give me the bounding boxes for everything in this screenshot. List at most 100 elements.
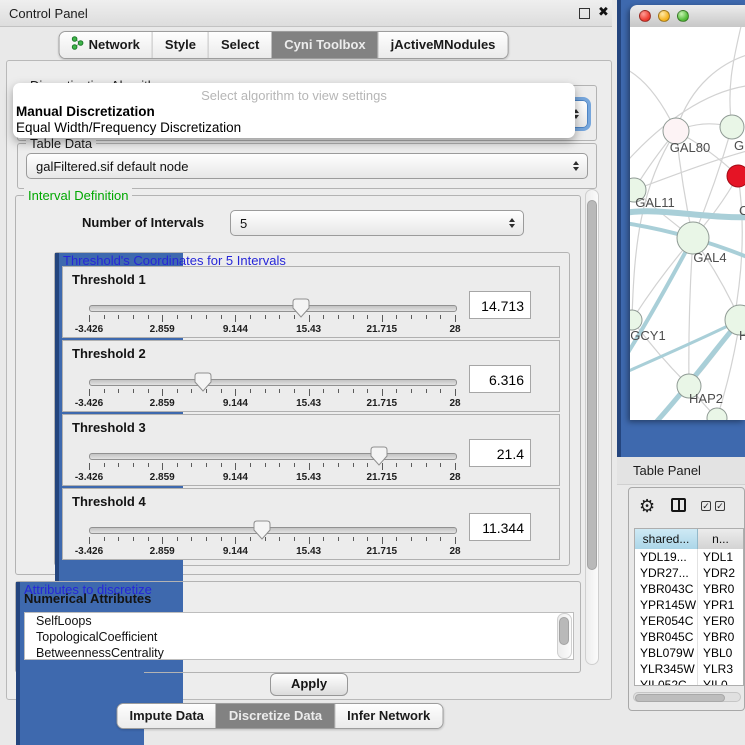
network-node[interactable]: [707, 408, 727, 420]
threshold-4-slider-track[interactable]: [89, 527, 457, 534]
table-cell[interactable]: YDL1: [698, 549, 743, 565]
network-node[interactable]: [727, 165, 745, 187]
table-data-select[interactable]: galFiltered.sif default node: [26, 153, 588, 179]
table-cell[interactable]: YBR043C: [635, 581, 698, 597]
column-header[interactable]: shared...: [635, 529, 698, 549]
tick: [104, 315, 105, 319]
threshold-3-value-field[interactable]: 21.4: [469, 439, 531, 467]
table-cell[interactable]: YER0: [698, 613, 743, 629]
table-row[interactable]: YLR345WYLR3: [635, 661, 743, 677]
content-scrollbar[interactable]: [585, 189, 599, 665]
table-row[interactable]: YIL052CYIL0: [635, 677, 743, 686]
numerical-attributes-list[interactable]: SelfLoopsTopologicalCoefficientBetweenne…: [24, 612, 574, 660]
table-cell[interactable]: YPR145W: [635, 597, 698, 613]
network-edge[interactable]: [734, 176, 742, 319]
scrollbar-thumb[interactable]: [587, 200, 597, 570]
table-row[interactable]: YBR043CYBR0: [635, 581, 743, 597]
table-cell[interactable]: YDL19...: [635, 549, 698, 565]
tick-label: 2.859: [150, 472, 175, 483]
split-columns-icon[interactable]: [671, 498, 686, 512]
table-row[interactable]: YER054CYER0: [635, 613, 743, 629]
table-row[interactable]: YBL079WYBL0: [635, 645, 743, 661]
right-pane: GAL80GGAL11CGAL4GCY1HHAP2 Table Panel ⚙ …: [617, 0, 745, 745]
network-edge[interactable]: [630, 211, 745, 217]
tick: [206, 463, 207, 467]
network-edge[interactable]: [730, 27, 742, 127]
threshold-4-value-field[interactable]: 11.344: [469, 513, 531, 541]
network-node[interactable]: [720, 115, 744, 139]
float-window-icon[interactable]: [579, 8, 590, 19]
table-cell[interactable]: YDR27...: [635, 565, 698, 581]
table-row[interactable]: YBR045CYBR0: [635, 629, 743, 645]
scrollbar-thumb[interactable]: [559, 617, 569, 645]
network-window-titlebar[interactable]: [630, 5, 745, 28]
algorithm-option-manual[interactable]: Manual Discretization: [16, 104, 155, 119]
column-header[interactable]: n...: [698, 529, 743, 549]
mac-minimize-button[interactable]: [658, 10, 670, 22]
scrollbar-thumb[interactable]: [635, 694, 725, 702]
table-cell[interactable]: YDR2: [698, 565, 743, 581]
tab-select[interactable]: Select: [208, 32, 271, 58]
threshold-3-slider-track[interactable]: [89, 453, 457, 460]
tab-cyni-toolbox[interactable]: Cyni Toolbox: [271, 32, 377, 58]
tick: [338, 315, 339, 319]
tick: [440, 315, 441, 319]
table-cell[interactable]: YPR1: [698, 597, 743, 613]
apply-button[interactable]: Apply: [270, 673, 348, 696]
tick: [367, 389, 368, 393]
table-cell[interactable]: YBL079W: [635, 645, 698, 661]
checkbox-checked-icon[interactable]: ✓: [715, 501, 725, 511]
attribute-list-item[interactable]: SelfLoops: [25, 613, 573, 629]
node-label: GCY1: [630, 328, 665, 343]
mac-close-button[interactable]: [639, 10, 651, 22]
tick: [338, 537, 339, 541]
num-intervals-select[interactable]: 5: [230, 210, 524, 236]
tab-jactivemnodules[interactable]: jActiveMNodules: [378, 32, 508, 58]
mac-zoom-button[interactable]: [677, 10, 689, 22]
network-node[interactable]: [630, 310, 642, 330]
tick: [191, 537, 192, 541]
tick: [382, 537, 383, 544]
table-horizontal-scrollbar[interactable]: [633, 692, 741, 702]
table-header-row: shared...n...: [635, 529, 743, 549]
tab-network[interactable]: Network: [60, 32, 152, 58]
network-canvas[interactable]: GAL80GGAL11CGAL4GCY1HHAP2: [630, 27, 745, 420]
network-icon: [72, 36, 84, 53]
tab-infer-network[interactable]: Infer Network: [334, 704, 442, 728]
table-cell[interactable]: YBR0: [698, 581, 743, 597]
checkbox-checked-icon[interactable]: ✓: [701, 501, 711, 511]
threshold-2-panel: Threshold 2-3.4262.8599.14415.4321.71528…: [62, 340, 560, 412]
slider-tick-labels: -3.4262.8599.14415.4321.71528: [89, 546, 455, 558]
table-cell[interactable]: YIL0: [698, 677, 743, 686]
table-row[interactable]: YDL19...YDL1: [635, 549, 743, 565]
tick: [353, 315, 354, 319]
attribute-list-item[interactable]: TopologicalCoefficient: [25, 629, 573, 645]
tab-style[interactable]: Style: [152, 32, 208, 58]
table-cell[interactable]: YIL052C: [635, 677, 698, 686]
table-row[interactable]: YPR145WYPR1: [635, 597, 743, 613]
attributes-list-scrollbar[interactable]: [557, 613, 572, 659]
table-cell[interactable]: YBR045C: [635, 629, 698, 645]
algorithm-option-equal-width[interactable]: Equal Width/Frequency Discretization: [16, 120, 241, 135]
table-cell[interactable]: YLR345W: [635, 661, 698, 677]
table-row[interactable]: YDR27...YDR2: [635, 565, 743, 581]
tab-impute-data[interactable]: Impute Data: [118, 704, 216, 728]
bottom-tab-bar: Impute DataDiscretize DataInfer Network: [117, 703, 444, 729]
gear-icon[interactable]: ⚙: [639, 496, 655, 516]
close-icon[interactable]: ✖: [598, 4, 609, 20]
tick: [118, 463, 119, 467]
threshold-1-slider-track[interactable]: [89, 305, 457, 312]
tick: [426, 537, 427, 541]
network-edge[interactable]: [689, 238, 693, 386]
threshold-2-slider-track[interactable]: [89, 379, 457, 386]
attribute-list-item[interactable]: BetweennessCentrality: [25, 645, 573, 660]
tick-label: 21.715: [367, 546, 398, 557]
threshold-1-value-field[interactable]: 14.713: [469, 291, 531, 319]
tab-discretize-data[interactable]: Discretize Data: [216, 704, 334, 728]
tick: [162, 463, 163, 470]
threshold-2-value-field[interactable]: 6.316: [469, 365, 531, 393]
table-cell[interactable]: YER054C: [635, 613, 698, 629]
table-cell[interactable]: YBR0: [698, 629, 743, 645]
table-cell[interactable]: YBL0: [698, 645, 743, 661]
table-cell[interactable]: YLR3: [698, 661, 743, 677]
